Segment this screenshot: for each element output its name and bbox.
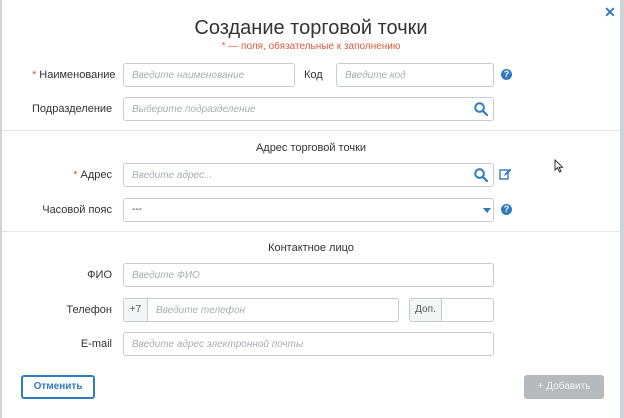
cancel-button[interactable]: Отменить [21, 375, 95, 399]
create-outlet-dialog: Создание торговой точки * — поля, обязат… [2, 0, 620, 418]
phone-input[interactable] [147, 298, 399, 322]
address-input[interactable] [123, 163, 494, 187]
division-label: Подразделение [32, 103, 113, 115]
contact-section-heading: Контактное лицо [268, 242, 354, 254]
timezone-select[interactable]: --- [123, 198, 494, 222]
required-mark: * [32, 69, 37, 81]
help-icon[interactable]: ? [501, 204, 512, 215]
edit-icon[interactable] [499, 168, 512, 180]
address-label-text: Адрес [80, 169, 113, 181]
email-input[interactable] [123, 332, 494, 356]
chevron-down-icon[interactable] [483, 208, 491, 213]
email-label: E-mail [80, 338, 112, 350]
code-input[interactable] [336, 63, 494, 87]
close-icon[interactable]: ✕ [604, 5, 616, 19]
section-divider [2, 231, 620, 232]
name-label-text: Наименование [39, 69, 116, 81]
add-button[interactable]: + Добавить [524, 375, 604, 399]
fio-label: ФИО [87, 269, 112, 281]
mouse-cursor-icon [554, 159, 564, 173]
phone-extension-input[interactable] [441, 298, 494, 322]
required-mark: * [73, 169, 78, 181]
section-divider [2, 130, 620, 131]
code-label: Код [304, 69, 323, 81]
phone-extension-label: Доп. [409, 298, 442, 322]
search-icon[interactable] [474, 168, 488, 182]
dialog-title: Создание торговой точки [194, 17, 428, 39]
required-fields-note: * — поля, обязательные к заполнению [221, 41, 401, 52]
timezone-value: --- [132, 204, 142, 215]
division-input[interactable] [123, 97, 494, 121]
help-icon[interactable]: ? [501, 69, 512, 80]
address-label: * Адрес [32, 169, 112, 181]
fio-input[interactable] [123, 263, 494, 287]
name-label: * Наименование [32, 69, 116, 81]
name-input[interactable] [123, 63, 295, 87]
phone-prefix: +7 [123, 298, 148, 322]
timezone-label: Часовой пояс [42, 204, 112, 216]
phone-label: Телефон [66, 304, 112, 316]
address-section-heading: Адрес торговой точки [255, 142, 367, 154]
search-icon[interactable] [474, 102, 488, 116]
